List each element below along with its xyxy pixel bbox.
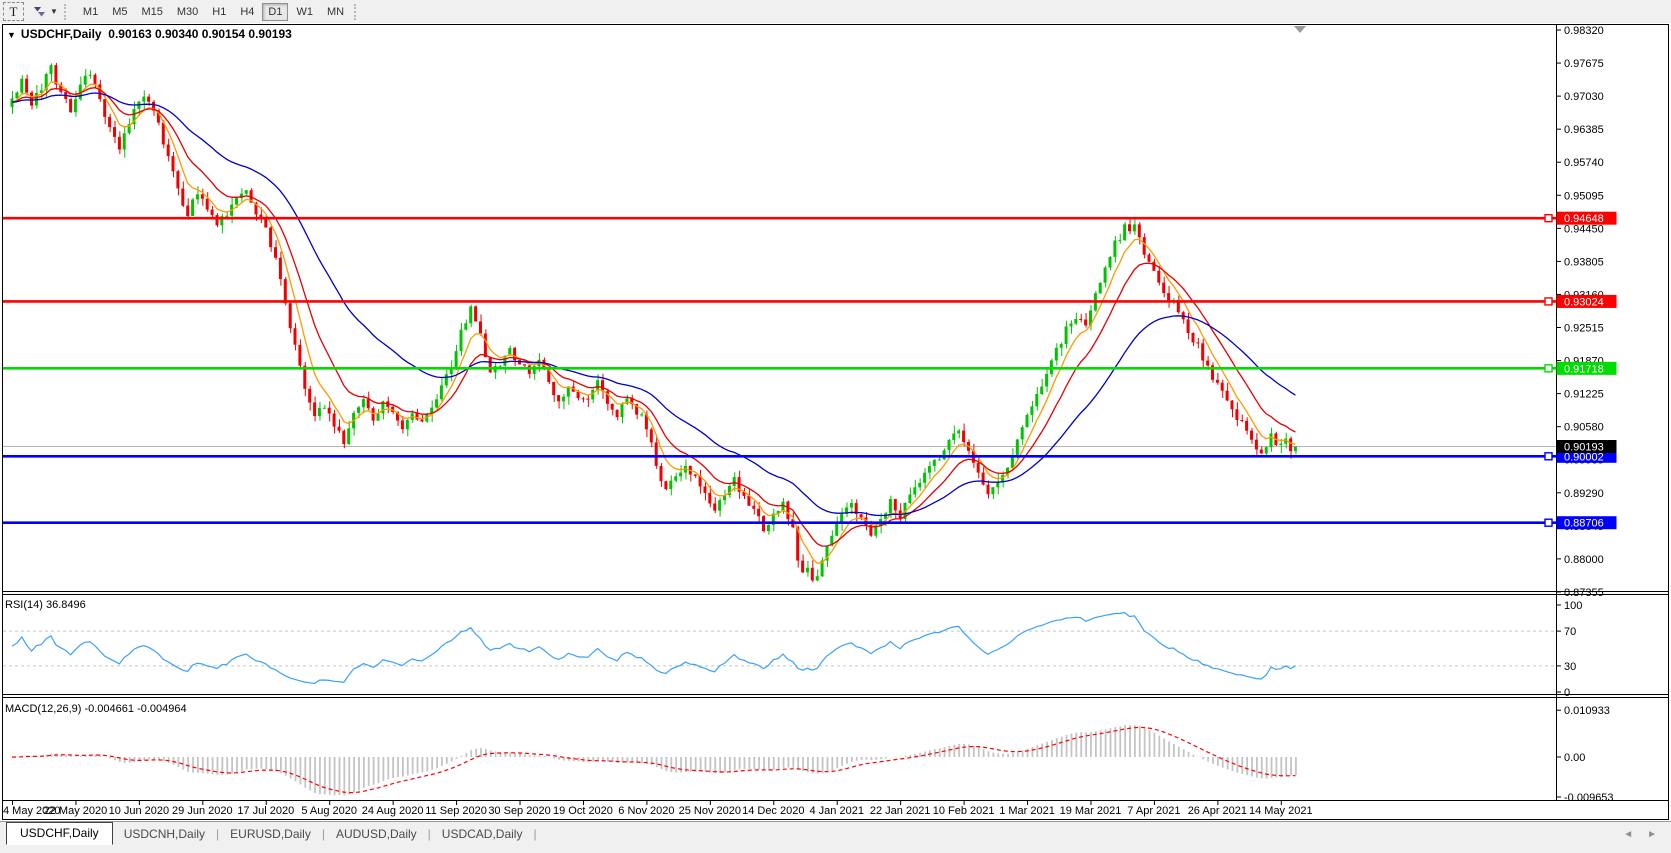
price-tag-label: 0.91718: [1564, 363, 1604, 375]
price-tag-label: 0.88706: [1564, 518, 1604, 530]
price-axis-label: 0.92515: [1564, 323, 1604, 335]
macd-axis-label: 0.010933: [1564, 705, 1610, 717]
date-axis-label: 22 May 2020: [44, 805, 108, 817]
price-axis-label: 0.88000: [1564, 554, 1604, 566]
tab-AUDUSD,Daily[interactable]: AUDUSD,Daily: [325, 827, 428, 841]
macd-indicator-label: MACD(12,26,9) -0.004661 -0.004964: [5, 703, 187, 715]
tab-USDCHF,Daily[interactable]: USDCHF,Daily: [6, 822, 113, 845]
price-axis-label: 0.93805: [1564, 256, 1604, 268]
price-axis-label: 0.97675: [1564, 58, 1604, 70]
date-axis-label: 22 Jan 2021: [870, 805, 931, 817]
tab-USDCAD,Daily[interactable]: USDCAD,Daily: [431, 827, 534, 841]
chart-canvas[interactable]: 0.98320 0.97675 0.97030 0.96385 0.95740 0.950…: [0, 0, 1671, 853]
date-axis-label: 1 Mar 2021: [999, 805, 1055, 817]
price-axis-label: 0.95740: [1564, 157, 1604, 169]
date-axis-label: 14 May 2021: [1249, 805, 1313, 817]
date-axis-label: 7 Apr 2021: [1127, 805, 1180, 817]
chart-title[interactable]: ▼ USDCHF,Daily 0.90163 0.90340 0.90154 0.…: [7, 27, 292, 41]
date-axis-label: 24 Aug 2020: [362, 805, 424, 817]
date-axis-label: 25 Nov 2020: [679, 805, 741, 817]
tab-separator: |: [533, 827, 536, 841]
price-tag-label: 0.94648: [1564, 213, 1604, 225]
tab-USDCNH,Daily[interactable]: USDCNH,Daily: [113, 827, 216, 841]
tab-EURUSD,Daily[interactable]: EURUSD,Daily: [219, 827, 322, 841]
chart-tabs: USDCHF,DailyUSDCNH,Daily|EURUSD,Daily|AU…: [0, 824, 537, 845]
chart-tab-bar: USDCHF,DailyUSDCNH,Daily|EURUSD,Daily|AU…: [0, 821, 1671, 846]
date-axis-label: 5 Aug 2020: [301, 805, 357, 817]
price-axis-label: 0.96385: [1564, 124, 1604, 136]
level-handle-0.91718: [1545, 365, 1552, 372]
level-handle-0.94648: [1545, 215, 1552, 222]
date-axis-label: 30 Sep 2020: [488, 805, 550, 817]
level-handle-0.93024: [1545, 298, 1552, 305]
rsi-axis-label: 0: [1564, 687, 1570, 699]
tab-scroll-left-icon[interactable]: ◄: [1623, 829, 1633, 840]
date-axis-label: 19 Mar 2021: [1060, 805, 1122, 817]
level-handle-0.90002: [1545, 453, 1552, 460]
date-axis-label: 10 Feb 2021: [933, 805, 995, 817]
price-axis-label: 0.98320: [1564, 25, 1604, 37]
date-axis-label: 11 Sep 2020: [425, 805, 487, 817]
chart-ohlc-values: 0.90163 0.90340 0.90154 0.90193: [108, 27, 292, 41]
tab-scroll-right-icon[interactable]: ►: [1647, 829, 1657, 840]
rsi-indicator-label: RSI(14) 36.8496: [5, 599, 86, 611]
chart-symbol-period: USDCHF,Daily: [21, 27, 102, 41]
price-axis-label: 0.89290: [1564, 488, 1604, 500]
chart-dropdown-icon[interactable]: ▼: [7, 30, 16, 40]
macd-axis-label: -0.009653: [1564, 792, 1614, 804]
rsi-axis-label: 100: [1564, 600, 1582, 612]
price-axis-label: 0.91225: [1564, 389, 1604, 401]
date-axis-label: 10 Jun 2020: [109, 805, 170, 817]
date-axis-label: 17 Jul 2020: [237, 805, 294, 817]
date-axis-label: 14 Dec 2020: [742, 805, 804, 817]
price-axis-label: 0.95095: [1564, 190, 1604, 202]
price-tag-label: 0.93024: [1564, 296, 1604, 308]
macd-axis-label: 0.00: [1564, 752, 1585, 764]
price-axis-label: 0.97030: [1564, 91, 1604, 103]
price-axis-label: 0.87355: [1564, 587, 1604, 599]
date-axis-label: 26 Apr 2021: [1188, 805, 1247, 817]
rsi-axis-label: 30: [1564, 661, 1576, 673]
price-axis-label: 0.90580: [1564, 422, 1604, 434]
rsi-axis-label: 70: [1564, 626, 1576, 638]
date-axis-label: 29 Jun 2020: [172, 805, 233, 817]
trading-terminal: T ▼ M1M5M15M30H1H4D1W1MN 0.983200.976750…: [0, 0, 1671, 853]
status-strip: [0, 846, 1671, 853]
level-handle-0.88706: [1545, 519, 1552, 526]
price-tag-label: 0.90193: [1564, 442, 1604, 454]
date-axis-label: 4 Jan 2021: [810, 805, 864, 817]
date-axis-label: 6 Nov 2020: [618, 805, 674, 817]
date-axis-label: 19 Oct 2020: [553, 805, 613, 817]
tab-scroll-arrows: ◄ ►: [1623, 829, 1657, 840]
